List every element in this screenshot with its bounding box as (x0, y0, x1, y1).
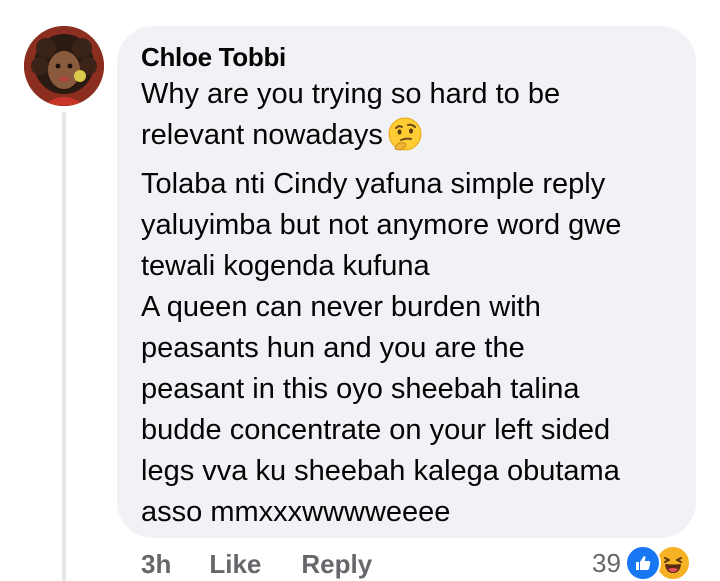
comment-timestamp[interactable]: 3h (141, 549, 171, 580)
comment-line: Tolaba nti Cindy yafuna simple reply (141, 168, 606, 200)
comment-line: legs vva ku sheebah kalega obutama (141, 455, 620, 487)
comment-line: peasants hun and you are the (141, 332, 525, 364)
comment-author[interactable]: Chloe Tobbi (141, 40, 676, 74)
comment-line: asso mmxxxwwwweeee (141, 496, 451, 528)
avatar[interactable] (24, 26, 104, 106)
comment-line: yaluyimba but not anymore word gwe (141, 209, 622, 241)
reply-button[interactable]: Reply (301, 549, 372, 580)
thinking-face-icon (387, 116, 423, 164)
comment-line: peasant in this oyo sheebah talina (141, 373, 580, 405)
thread-line (62, 112, 66, 581)
comment-line-with-emoji: relevant nowadays (141, 115, 676, 164)
comment: Chloe Tobbi Why are you trying so hard t… (0, 0, 720, 581)
like-reaction-icon (624, 545, 661, 581)
comment-line: A queen can never burden with (141, 291, 541, 323)
comment-line-text: relevant nowadays (141, 119, 383, 151)
comment-line: Why are you trying so hard to be (141, 78, 561, 110)
comment-bubble: Chloe Tobbi Why are you trying so hard t… (117, 26, 696, 538)
like-button[interactable]: Like (209, 549, 261, 580)
comment-actions: 3h Like Reply (141, 548, 372, 581)
reaction-count: 39 (592, 547, 621, 578)
reaction-summary[interactable]: 39 (592, 545, 691, 581)
comment-line: tewali kogenda kufuna (141, 250, 430, 282)
comment-line: budde concentrate on your left sided (141, 414, 611, 446)
